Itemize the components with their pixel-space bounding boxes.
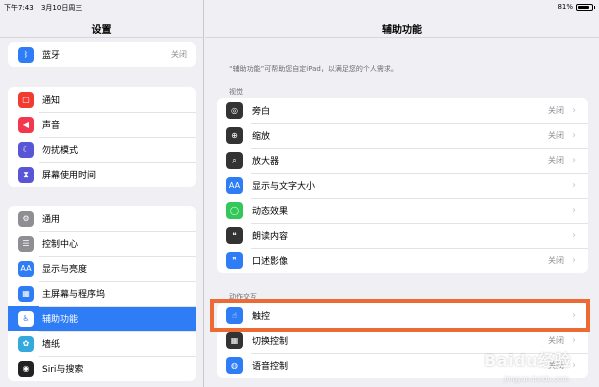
home-screen-icon: ▦ — [18, 285, 34, 302]
sidebar-item-label: 墙纸 — [42, 340, 61, 350]
setting-audio-descriptions[interactable]: ❞ 口述影像 关闭 › — [217, 248, 588, 273]
sidebar-item-label: 主屏幕与程序坞 — [42, 290, 106, 300]
setting-label: 旁白 — [252, 107, 271, 117]
sidebar-item-general[interactable]: ⚙ 通用 — [8, 206, 196, 231]
wallpaper-icon: ✿ — [18, 335, 34, 352]
audio-description-icon: ❞ — [226, 252, 243, 269]
sidebar-item-value: 关闭 — [171, 50, 187, 59]
display-icon: AA — [18, 260, 34, 277]
page-description: “辅助功能”可帮助您自定iPad，以满足您的个人需求。 — [229, 65, 398, 73]
setting-motion[interactable]: ◯ 动态效果 › — [217, 198, 588, 223]
sidebar-item-sounds[interactable]: ◀ 声音 — [8, 112, 196, 137]
highlight-annotation — [210, 299, 590, 332]
accessibility-icon: ♿ — [18, 310, 34, 327]
sidebar-item-screen-time[interactable]: ⧗ 屏幕使用时间 — [8, 162, 196, 187]
siri-icon: ◉ — [18, 360, 34, 377]
battery-fill — [578, 5, 589, 9]
status-date: 3月10日周三 — [40, 4, 83, 12]
zoom-icon: ⊕ — [226, 127, 243, 144]
voiceover-icon: ◎ — [226, 102, 243, 119]
speech-icon: ❝ — [226, 227, 243, 244]
page-title: 辅助功能 — [382, 25, 422, 36]
text-size-icon: AA — [226, 177, 243, 194]
watermark-url: jingyan.baidu.com — [504, 375, 569, 383]
sidebar-item-label: 屏幕使用时间 — [42, 171, 97, 181]
chevron-right-icon: › — [572, 180, 576, 191]
switch-control-icon: ▦ — [226, 332, 243, 349]
sidebar-item-do-not-disturb[interactable]: ☾ 勿扰模式 — [8, 137, 196, 162]
status-bar: 下午7:43 3月10日周三 81% — [0, 0, 599, 16]
setting-voiceover[interactable]: ◎ 旁白 关闭 › — [217, 98, 588, 123]
sidebar-title: 设置 — [91, 25, 112, 36]
chevron-right-icon: › — [572, 255, 576, 266]
hourglass-icon: ⧗ — [18, 166, 34, 183]
setting-value: 关闭 — [548, 106, 564, 115]
sidebar-item-siri[interactable]: ◉ Siri与搜索 — [8, 356, 196, 381]
sidebar-item-label: 通知 — [42, 96, 61, 106]
sidebar-item-label: 通用 — [42, 215, 61, 225]
chevron-right-icon: › — [572, 360, 576, 371]
sidebar-group-general: ⚙ 通用 ☰ 控制中心 AA 显示与亮度 ▦ 主屏幕与程序坞 ♿ 辅助功能 ✿ … — [8, 206, 196, 381]
watermark-brand: Baidu经验 — [484, 351, 571, 370]
notification-icon: ▢ — [18, 91, 34, 108]
control-center-icon: ☰ — [18, 235, 34, 252]
setting-value: 关闭 — [548, 256, 564, 265]
divider — [205, 37, 599, 38]
gear-icon: ⚙ — [18, 210, 34, 227]
bluetooth-icon: ᛒ — [18, 46, 34, 63]
chevron-right-icon: › — [572, 230, 576, 241]
sidebar-item-home-screen[interactable]: ▦ 主屏幕与程序坞 — [8, 281, 196, 306]
setting-label: 显示与文字大小 — [252, 182, 316, 192]
setting-label: 放大器 — [252, 157, 280, 167]
voice-control-icon: ◍ — [226, 357, 243, 374]
sidebar-item-label: 辅助功能 — [42, 315, 79, 325]
sidebar-item-label: 勿扰模式 — [42, 146, 79, 156]
magnifier-icon: ⌕ — [226, 152, 243, 169]
setting-magnifier[interactable]: ⌕ 放大器 关闭 › — [217, 148, 588, 173]
sidebar-item-accessibility[interactable]: ♿ 辅助功能 — [8, 306, 196, 331]
setting-label: 口述影像 — [252, 257, 289, 267]
setting-label: 切换控制 — [252, 337, 289, 347]
setting-spoken-content[interactable]: ❝ 朗读内容 › — [217, 223, 588, 248]
chevron-right-icon: › — [572, 130, 576, 141]
setting-label: 动态效果 — [252, 207, 289, 217]
setting-label: 朗读内容 — [252, 232, 289, 242]
sound-icon: ◀ — [18, 116, 34, 133]
moon-icon: ☾ — [18, 141, 34, 158]
setting-value: 关闭 — [548, 156, 564, 165]
setting-zoom[interactable]: ⊕ 缩放 关闭 › — [217, 123, 588, 148]
chevron-right-icon: › — [572, 155, 576, 166]
sidebar-item-label: 显示与亮度 — [42, 265, 88, 275]
sidebar-item-notifications[interactable]: ▢ 通知 — [8, 87, 196, 112]
sidebar-item-display[interactable]: AA 显示与亮度 — [8, 256, 196, 281]
sidebar-item-label: Siri与搜索 — [42, 365, 84, 375]
setting-label: 缩放 — [252, 132, 271, 142]
vision-group: ◎ 旁白 关闭 › ⊕ 缩放 关闭 › ⌕ 放大器 关闭 › AA 显示与文字大… — [217, 98, 588, 273]
section-label-vision: 视觉 — [229, 88, 243, 96]
chevron-right-icon: › — [572, 105, 576, 116]
battery-percent: 81% — [557, 3, 573, 11]
sidebar-item-wallpaper[interactable]: ✿ 墙纸 — [8, 331, 196, 356]
chevron-right-icon: › — [572, 335, 576, 346]
sidebar-item-label: 蓝牙 — [42, 51, 61, 61]
sidebar-item-control-center[interactable]: ☰ 控制中心 — [8, 231, 196, 256]
status-time: 下午7:43 — [4, 4, 34, 12]
sidebar-item-bluetooth[interactable]: ᛒ 蓝牙 关闭 — [8, 42, 196, 67]
sidebar: 设置 ᛒ 蓝牙 关闭 ▢ 通知 ◀ 声音 ☾ 勿扰模式 ⧗ 屏幕使用时间 ⚙ 通… — [0, 0, 204, 387]
setting-text-size[interactable]: AA 显示与文字大小 › — [217, 173, 588, 198]
sidebar-item-label: 声音 — [42, 121, 61, 131]
battery-icon — [576, 3, 595, 11]
setting-value: 关闭 — [548, 131, 564, 140]
sidebar-group-connectivity: ᛒ 蓝牙 关闭 — [8, 42, 196, 67]
motion-icon: ◯ — [226, 202, 243, 219]
setting-value: 关闭 — [548, 336, 564, 345]
sidebar-item-label: 控制中心 — [42, 240, 79, 250]
sidebar-group-notifications: ▢ 通知 ◀ 声音 ☾ 勿扰模式 ⧗ 屏幕使用时间 — [8, 87, 196, 187]
divider — [0, 37, 203, 38]
chevron-right-icon: › — [572, 205, 576, 216]
